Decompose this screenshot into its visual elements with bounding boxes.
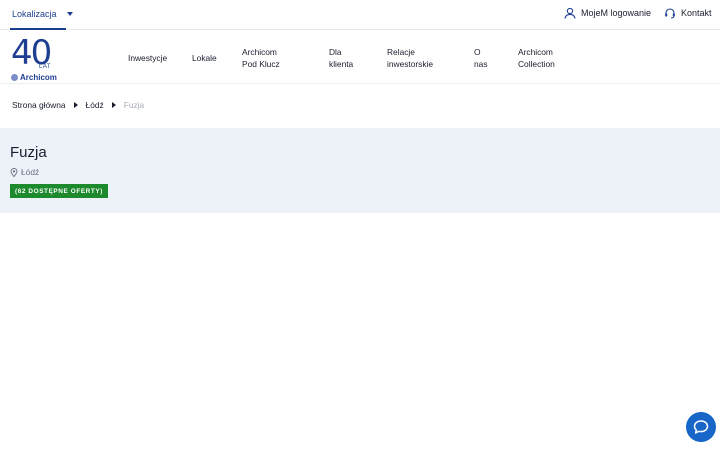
nav-item-label: inwestorskie — [387, 59, 434, 69]
contact-label: Kontakt — [681, 8, 712, 18]
breadcrumb: Strona główna Łódź Fuzja — [12, 100, 144, 110]
user-icon — [564, 7, 576, 19]
logo-brand: Archicom — [11, 73, 57, 82]
nav-item-label: Archicom — [518, 47, 553, 57]
logo-mark-icon — [11, 74, 18, 81]
nav-item-label: nas — [474, 59, 488, 69]
chat-bubble-icon — [693, 420, 709, 434]
chat-button[interactable] — [686, 412, 716, 442]
caret-down-icon — [66, 12, 73, 16]
nav-item-pod-klucz[interactable]: Archicom Pod Klucz — [242, 46, 280, 70]
map-pin-icon — [10, 167, 18, 177]
caret-right-icon — [73, 102, 78, 108]
nav-item-o-nas[interactable]: O nas — [474, 46, 488, 70]
nav-item-label: Lokale — [192, 53, 217, 63]
archicom-40-logo[interactable]: 40 LAT Archicom — [11, 36, 59, 82]
login-link[interactable]: MojeM logowanie — [564, 7, 651, 19]
investment-location: Łódź — [10, 167, 39, 177]
contact-link[interactable]: Kontakt — [664, 7, 712, 19]
nav-item-inwestycje[interactable]: Inwestycje — [128, 52, 167, 64]
main-navbar: 40 LAT Archicom Inwestycje Lokale Archic… — [0, 30, 720, 84]
breadcrumb-city[interactable]: Łódź — [86, 100, 104, 110]
location-dropdown[interactable]: Lokalizacja — [10, 0, 73, 30]
investment-header: Fuzja Łódź (62 DOSTĘPNE OFERTY) — [0, 128, 720, 213]
logo-brand-text: Archicom — [20, 73, 57, 82]
nav-item-label: klienta — [329, 59, 354, 69]
nav-item-relacje-inwestorskie[interactable]: Relacje inwestorskie — [387, 46, 433, 70]
nav-item-label: Relacje — [387, 47, 415, 57]
nav-item-label: Inwestycje — [128, 53, 168, 63]
top-utility-bar: Lokalizacja MojeM logowanie Kontakt — [0, 0, 720, 30]
offers-count-badge[interactable]: (62 DOSTĘPNE OFERTY) — [10, 184, 108, 198]
breadcrumb-home[interactable]: Strona główna — [12, 100, 66, 110]
logo-sub: LAT — [39, 64, 52, 70]
breadcrumb-current: Fuzja — [123, 100, 145, 110]
headset-icon — [665, 8, 675, 19]
location-label: Lokalizacja — [12, 9, 57, 19]
nav-item-lokale[interactable]: Lokale — [192, 52, 217, 64]
nav-item-label: Collection — [518, 59, 555, 69]
investment-city: Łódź — [21, 167, 40, 177]
nav-item-collection[interactable]: Archicom Collection — [518, 46, 555, 70]
login-label: MojeM logowanie — [581, 8, 652, 18]
nav-item-label: Archicom — [242, 47, 277, 57]
nav-item-label: Dla — [329, 47, 342, 57]
caret-right-icon — [111, 102, 116, 108]
nav-item-dla-klienta[interactable]: Dla klienta — [329, 46, 353, 70]
nav-item-label: Pod Klucz — [242, 59, 280, 69]
page-title: Fuzja — [10, 144, 47, 161]
nav-item-label: O — [474, 47, 481, 57]
